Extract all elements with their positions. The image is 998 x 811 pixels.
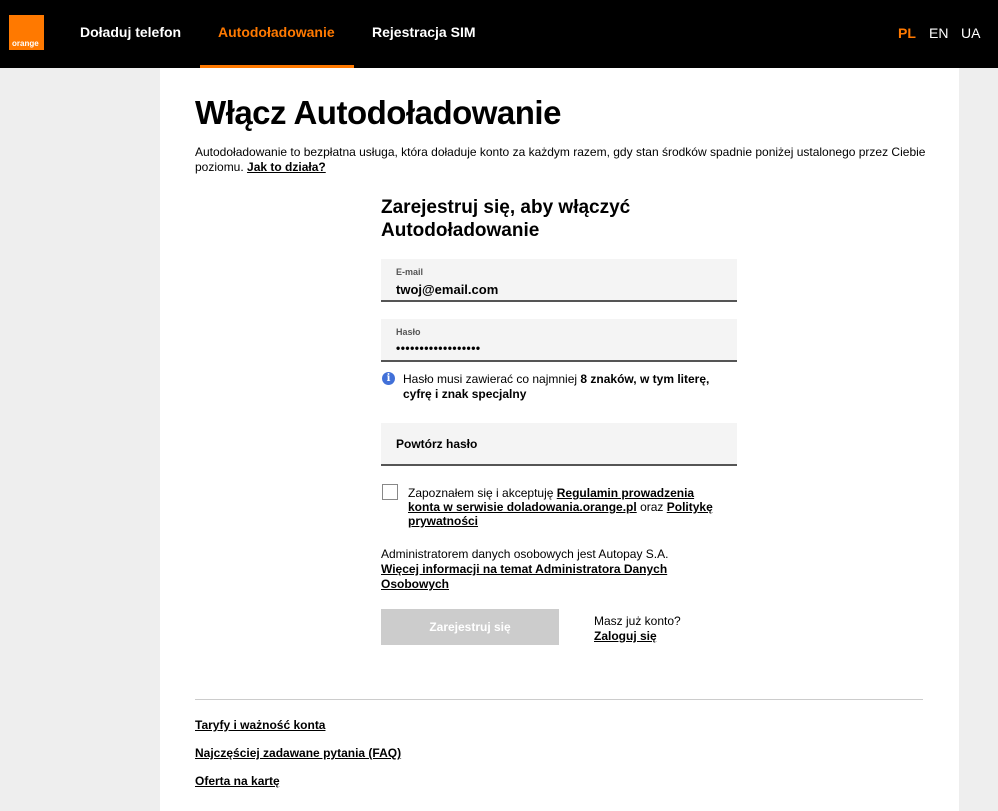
- consent-mid: oraz: [636, 500, 667, 514]
- intro-text: Autodoładowanie to bezpłatna usługa, któ…: [195, 145, 930, 175]
- footer-divider: [195, 699, 923, 700]
- password-label: Hasło: [396, 327, 421, 337]
- nav-rejestracja-sim[interactable]: Rejestracja SIM: [372, 24, 476, 41]
- have-account-text: Masz już konto?: [594, 614, 681, 628]
- nav-doladuj-telefon[interactable]: Doładuj telefon: [80, 24, 181, 41]
- lang-pl[interactable]: PL: [898, 25, 916, 42]
- footer-link-tariffs[interactable]: Taryfy i ważność konta: [195, 718, 325, 733]
- logo-text: orange: [12, 39, 39, 48]
- info-icon: i: [382, 372, 395, 385]
- repeat-password-placeholder: Powtórz hasło: [396, 437, 478, 451]
- consent-prefix: Zapoznałem się i akceptuję: [408, 486, 557, 500]
- repeat-password-field[interactable]: Powtórz hasło: [381, 423, 737, 466]
- orange-logo[interactable]: orange: [9, 15, 44, 50]
- register-button[interactable]: Zarejestruj się: [381, 609, 559, 645]
- password-input[interactable]: ••••••••••••••••••: [396, 341, 716, 355]
- data-admin-info: Administratorem danych osobowych jest Au…: [381, 547, 711, 592]
- email-field[interactable]: E-mail: [381, 259, 737, 302]
- email-label: E-mail: [396, 267, 424, 277]
- lang-en[interactable]: EN: [929, 25, 948, 42]
- password-field[interactable]: Hasło ••••••••••••••••••: [381, 319, 737, 362]
- admin-text: Administratorem danych osobowych jest Au…: [381, 547, 669, 561]
- lang-ua[interactable]: UA: [961, 25, 980, 42]
- admin-more-info-link[interactable]: Więcej informacji na temat Administrator…: [381, 562, 667, 591]
- consent-text: Zapoznałem się i akceptuję Regulamin pro…: [408, 486, 728, 528]
- top-navigation-bar: orange Doładuj telefon Autodoładowanie R…: [0, 0, 998, 68]
- password-hint: Hasło musi zawierać co najmniej 8 znaków…: [403, 372, 733, 402]
- hint-prefix: Hasło musi zawierać co najmniej: [403, 372, 581, 386]
- footer-link-faq[interactable]: Najczęściej zadawane pytania (FAQ): [195, 746, 401, 761]
- terms-checkbox[interactable]: [382, 484, 398, 500]
- login-prompt: Masz już konto? Zaloguj się: [594, 614, 681, 644]
- login-link[interactable]: Zaloguj się: [594, 629, 681, 644]
- email-input[interactable]: [396, 282, 716, 297]
- footer-link-offer[interactable]: Oferta na kartę: [195, 774, 280, 789]
- how-it-works-link[interactable]: Jak to działa?: [247, 160, 326, 174]
- nav-autodoladowanie[interactable]: Autodoładowanie: [218, 24, 335, 41]
- page-title: Włącz Autodoładowanie: [195, 94, 561, 131]
- form-title: Zarejestruj się, aby włączyć Autodoładow…: [381, 197, 631, 241]
